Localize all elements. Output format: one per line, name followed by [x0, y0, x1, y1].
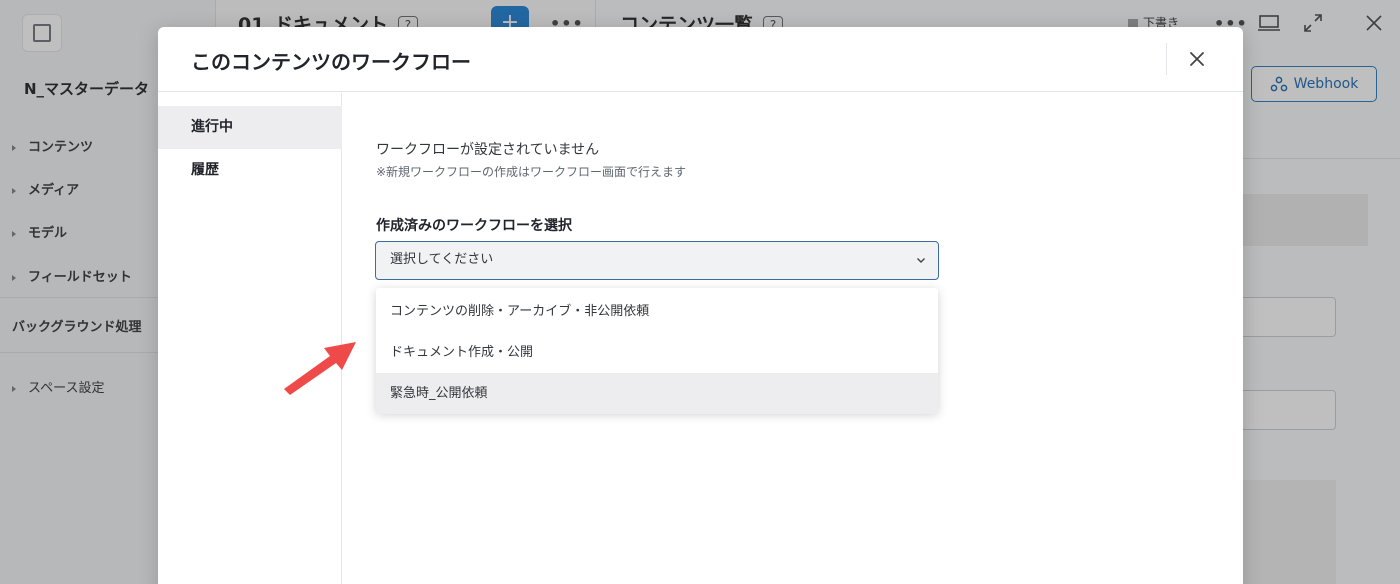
annotation-arrow-icon: [284, 342, 356, 395]
modal-body: ワークフローが設定されていません ※新規ワークフローの作成はワークフロー画面で行…: [343, 93, 1243, 584]
tab-history[interactable]: 履歴: [158, 149, 342, 192]
dropdown-option-highlighted[interactable]: 緊急時_公開依頼: [376, 373, 938, 414]
modal-title: このコンテンツのワークフロー: [191, 50, 471, 74]
modal-header: このコンテンツのワークフロー: [158, 27, 1243, 92]
select-label: 作成済みのワークフローを選択: [376, 218, 572, 234]
dropdown-option[interactable]: コンテンツの削除・アーカイブ・非公開依頼: [376, 291, 938, 332]
close-icon[interactable]: [1182, 44, 1212, 74]
tab-in-progress[interactable]: 進行中: [158, 106, 342, 149]
dropdown-option[interactable]: ドキュメント作成・公開: [376, 332, 938, 373]
workflow-select[interactable]: 選択してください: [375, 241, 939, 280]
select-placeholder: 選択してください: [390, 252, 494, 267]
header-divider: [1166, 43, 1167, 75]
workflow-note: ※新規ワークフローの作成はワークフロー画面で行えます: [376, 165, 687, 179]
workflow-dropdown: コンテンツの削除・アーカイブ・非公開依頼 ドキュメント作成・公開 緊急時_公開依…: [376, 288, 938, 414]
no-workflow-message: ワークフローが設定されていません: [376, 142, 600, 158]
workflow-modal: このコンテンツのワークフロー 進行中 履歴 ワークフローが設定されていません ※…: [158, 27, 1243, 584]
chevron-down-icon: [917, 258, 925, 263]
